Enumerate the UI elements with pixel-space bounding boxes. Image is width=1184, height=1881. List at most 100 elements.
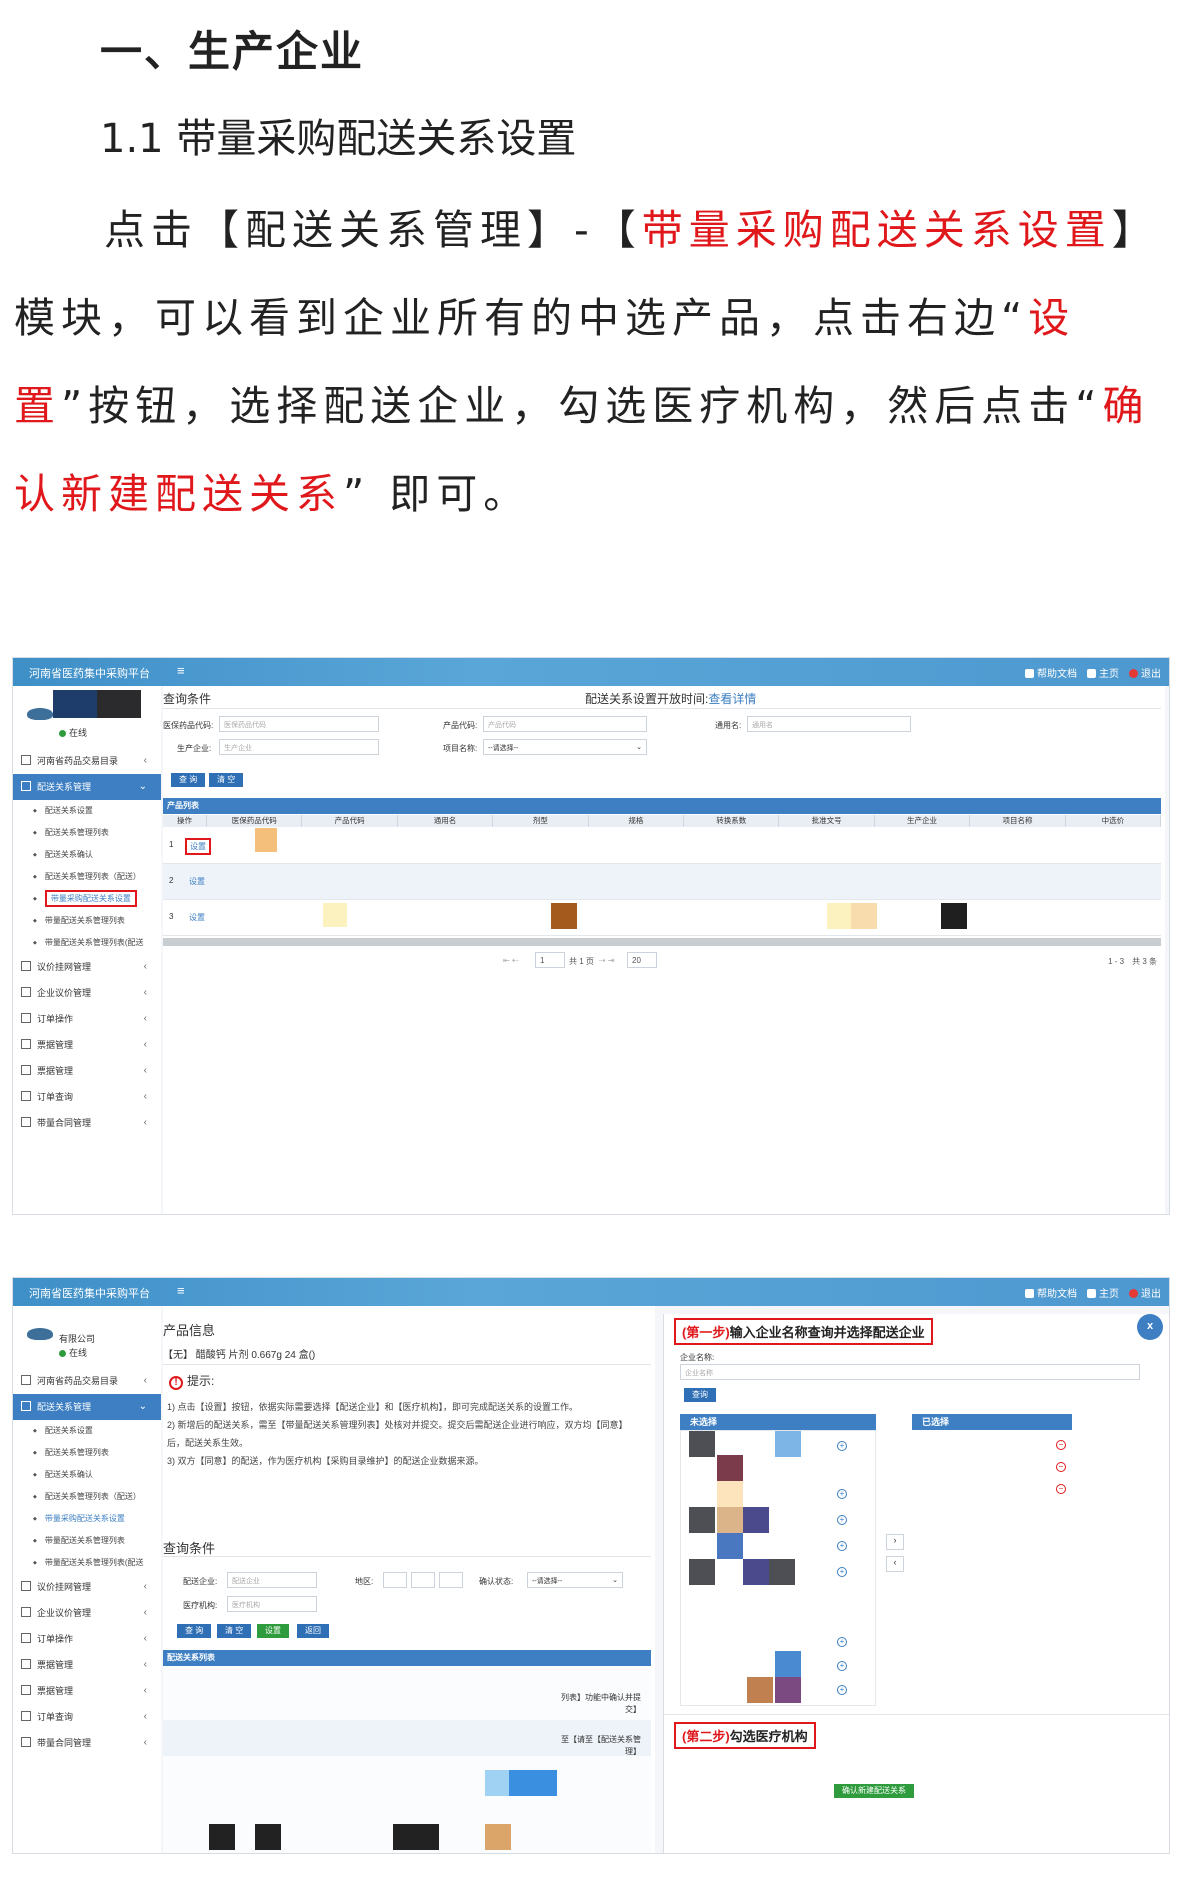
sidebar-sub-item-volume-delivery[interactable]: 带量采购配送关系设置 [13,1508,161,1530]
sidebar-sub-item[interactable]: 配送关系管理列表 [13,822,161,844]
generic-input[interactable]: 通用名 [747,716,911,732]
col-header: 转换系数 [684,815,780,827]
sidebar-item-order-query[interactable]: 订单查询 ‹ [13,1084,161,1110]
sidebar-item-label: 企业议价管理 [37,988,92,998]
product-code-input[interactable]: 产品代码 [483,716,647,732]
confirm-status-select[interactable]: --请选择-- ⌄ [527,1572,623,1588]
sidebar-sub-item[interactable]: 配送关系确认 [13,844,161,866]
sidebar-item-catalog[interactable]: 河南省药品交易目录 ‹ [13,748,161,774]
add-icon[interactable]: + [837,1661,847,1671]
sidebar-item-bill-2[interactable]: 票据管理 ‹ [13,1678,161,1704]
col-header: 操作 [163,815,207,827]
redacted-cell [851,903,877,929]
enterprise-name-input[interactable]: 企业名称 [680,1364,1140,1380]
menu-toggle-icon[interactable]: ≡ [177,663,185,678]
sidebar-item-order-query[interactable]: 订单查询 ‹ [13,1704,161,1730]
sidebar-item-enterprise-bargain[interactable]: 企业议价管理 ‹ [13,1600,161,1626]
tip-item: 1) 点击【设置】按钮，依据实际需要选择【配送企业】和【医疗机构】，即可完成配送… [167,1402,579,1412]
add-icon[interactable]: + [837,1685,847,1695]
move-right-icon[interactable]: › [886,1534,904,1550]
sidebar-sub-item[interactable]: 带量配送关系管理列表(配送 [13,1552,161,1574]
sidebar-sub-label: 带量采购配送关系设置 [44,890,137,907]
handshake-icon [21,1117,31,1127]
remove-icon[interactable]: − [1056,1484,1066,1494]
sidebar-sub-item[interactable]: 带量配送关系管理列表 [13,910,161,932]
page-input[interactable]: 1 [535,952,565,968]
product-list-title: 产品列表 [163,798,1161,814]
add-icon[interactable]: + [837,1541,847,1551]
help-link[interactable]: 帮助文档 [1025,1285,1077,1300]
logout-link[interactable]: 退出 [1129,1285,1161,1300]
sidebar-item-order-op[interactable]: 订单操作 ‹ [13,1626,161,1652]
home-link[interactable]: 主页 [1087,1285,1119,1300]
confirm-new-delivery-button[interactable]: 确认新建配送关系 [834,1784,914,1798]
region-select-3[interactable] [439,1572,463,1588]
code-input[interactable]: 医保药品代码 [219,716,379,732]
region-select-1[interactable] [383,1572,407,1588]
add-icon[interactable]: + [837,1515,847,1525]
subsection-heading: 1.1 带量采购配送关系设置 [100,116,577,162]
sidebar-item-delivery[interactable]: 配送关系管理 ⌄ [13,1394,161,1420]
remove-icon[interactable]: − [1056,1440,1066,1450]
add-icon[interactable]: + [837,1441,847,1451]
region-select-2[interactable] [411,1572,435,1588]
home-link[interactable]: 主页 [1087,665,1119,680]
sidebar-sub-item-volume-delivery[interactable]: 带量采购配送关系设置 [13,888,161,910]
sidebar-item-contract[interactable]: 带量合同管理 ‹ [13,1730,161,1756]
sidebar-sub-item[interactable]: 配送关系管理列表（配送） [13,866,161,888]
sidebar-item-contract[interactable]: 带量合同管理 ‹ [13,1110,161,1136]
enterprise-query-button[interactable]: 查询 [684,1388,716,1402]
pager-next-icon[interactable]: ⇢ ⇥ [599,956,615,965]
redacted-cell [509,1770,557,1796]
para-text-4: ” 即可。 [343,470,531,518]
sidebar-sub-item[interactable]: 配送关系管理列表（配送） [13,1486,161,1508]
set-button[interactable]: 设置 [189,912,205,923]
add-icon[interactable]: + [837,1637,847,1647]
set-button[interactable]: 设置 [257,1624,289,1638]
back-button[interactable]: 返回 [297,1624,329,1638]
sidebar-sub-item[interactable]: 配送关系设置 [13,1420,161,1442]
sidebar-item-bill[interactable]: 票据管理 ‹ [13,1032,161,1058]
close-icon[interactable]: x [1137,1314,1163,1340]
help-link[interactable]: 帮助文档 [1025,665,1077,680]
set-button[interactable]: 设置 [185,838,211,855]
sidebar-sub-item[interactable]: 带量配送关系管理列表(配送 [13,932,161,954]
clear-button[interactable]: 清 空 [217,1624,252,1638]
sidebar-sub-item[interactable]: 配送关系管理列表 [13,1442,161,1464]
chevron-down-icon: ⌄ [612,1577,618,1584]
sidebar-item-delivery[interactable]: 配送关系管理 ⌄ [13,774,161,800]
redacted-cell [941,903,967,929]
page-size-select[interactable]: 20 [627,952,657,968]
maker-input[interactable]: 生产企业 [219,739,379,755]
sidebar-item-bill[interactable]: 票据管理 ‹ [13,1652,161,1678]
query-button[interactable]: 查 询 [177,1624,212,1638]
clear-button[interactable]: 清 空 [209,773,244,787]
sidebar-item-catalog[interactable]: 河南省药品交易目录 ‹ [13,1368,161,1394]
remove-icon[interactable]: − [1056,1462,1066,1472]
sidebar-item-order-op[interactable]: 订单操作 ‹ [13,1006,161,1032]
sidebar-item-bargain[interactable]: 议价挂网管理 ‹ [13,1574,161,1600]
logout-link[interactable]: 退出 [1129,665,1161,680]
project-select[interactable]: --请选择-- ⌄ [483,739,647,755]
horizontal-scrollbar[interactable] [163,938,1161,946]
sidebar-sub-item[interactable]: 带量配送关系管理列表 [13,1530,161,1552]
sidebar-item-enterprise-bargain[interactable]: 企业议价管理 ‹ [13,980,161,1006]
menu-toggle-icon[interactable]: ≡ [177,1283,185,1298]
view-details-link[interactable]: 查看详情 [708,692,756,706]
add-icon[interactable]: + [837,1567,847,1577]
hospital-input[interactable]: 医疗机构 [227,1596,317,1612]
query-button[interactable]: 查 询 [171,773,206,787]
pager-prev-icon[interactable]: ⇤ ⇠ [503,956,519,965]
online-status: 在线 [59,1346,87,1359]
sidebar-sub-item[interactable]: 配送关系设置 [13,800,161,822]
sidebar-item-bargain[interactable]: 议价挂网管理 ‹ [13,954,161,980]
move-left-icon[interactable]: ‹ [886,1556,904,1572]
avatar [27,708,53,720]
unselected-list-title: 未选择 [680,1414,876,1430]
set-button[interactable]: 设置 [189,876,205,887]
enterprise-input[interactable]: 配送企业 [227,1572,317,1588]
add-icon[interactable]: + [837,1489,847,1499]
sidebar-item-bill-2[interactable]: 票据管理 ‹ [13,1058,161,1084]
list-icon [21,1633,31,1643]
sidebar-sub-item[interactable]: 配送关系确认 [13,1464,161,1486]
